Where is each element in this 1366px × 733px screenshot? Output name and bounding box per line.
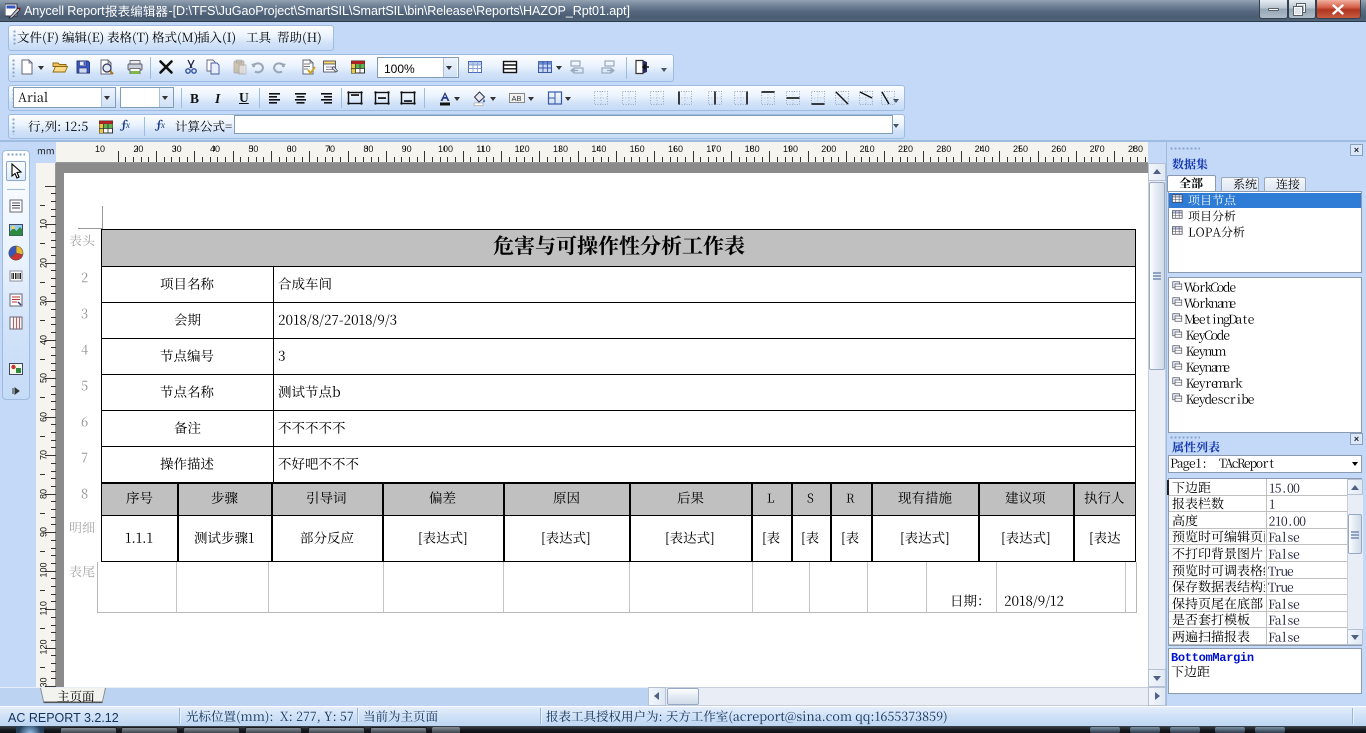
svg-text:AB: AB — [512, 94, 522, 103]
